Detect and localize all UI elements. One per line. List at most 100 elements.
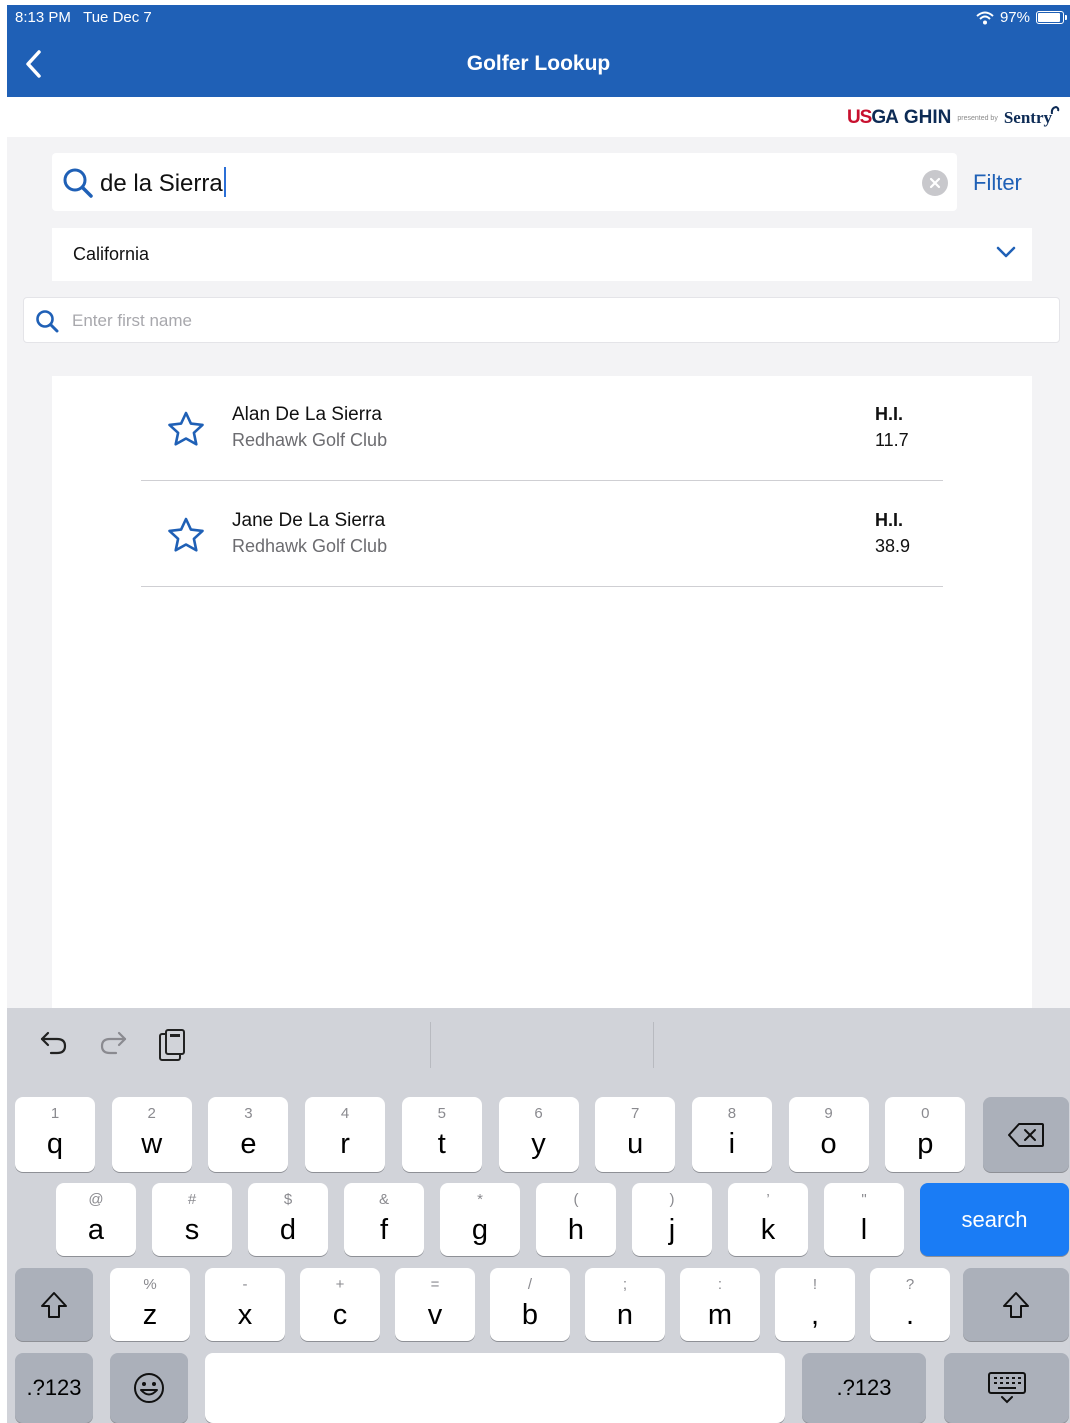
key-h[interactable]: (h: [536, 1183, 616, 1256]
shift-key-left[interactable]: [15, 1268, 93, 1341]
battery-percent: 97%: [999, 9, 1030, 26]
key-alt-label: %: [143, 1276, 157, 1293]
key-r[interactable]: 4r: [305, 1097, 386, 1172]
keyboard-dismiss-icon: [987, 1372, 1026, 1404]
key-label: j: [668, 1214, 676, 1246]
key-y[interactable]: 6y: [498, 1097, 579, 1172]
ghin-logo: GHIN: [903, 107, 952, 128]
key-x[interactable]: -x: [205, 1268, 285, 1341]
key-w[interactable]: 2w: [111, 1097, 192, 1172]
sentry-text: Sentry: [1003, 108, 1052, 127]
text-caret: [223, 167, 226, 197]
search-key[interactable]: search: [920, 1183, 1069, 1256]
key-alt-label: !: [812, 1276, 818, 1293]
search-icon: [63, 168, 93, 198]
delete-key[interactable]: [983, 1097, 1069, 1172]
key-alt-label: -: [242, 1276, 248, 1293]
wifi-icon: [976, 11, 994, 24]
handicap-label: H.I.: [875, 510, 904, 530]
state-dropdown[interactable]: California: [52, 228, 1032, 281]
star-icon[interactable]: [167, 411, 205, 447]
key-alt-label: ;: [622, 1276, 628, 1293]
key-alt-label: /: [527, 1276, 533, 1293]
key-alt-label: (: [573, 1191, 579, 1208]
shift-icon: [41, 1291, 67, 1318]
key-alt-label: 7: [631, 1105, 640, 1122]
key-g[interactable]: * g: [440, 1183, 520, 1256]
usga-us: US: [846, 107, 872, 128]
key-b[interactable]: / b: [490, 1268, 570, 1341]
key-i[interactable]: 8i: [691, 1097, 772, 1172]
filter-button[interactable]: Filter: [973, 170, 1022, 196]
key-label: a: [87, 1214, 105, 1246]
star-icon[interactable]: [167, 517, 205, 553]
usga-logo: USGA: [846, 107, 899, 129]
key-m[interactable]: :m: [680, 1268, 760, 1341]
key-u[interactable]: 7u: [595, 1097, 676, 1172]
brand-logo: USGA GHIN presented by Sentry: [846, 105, 1062, 129]
first-name-input[interactable]: [70, 306, 1034, 336]
key-z[interactable]: % z: [110, 1268, 190, 1341]
golfer-club: Redhawk Golf Club: [232, 536, 388, 556]
onscreen-keyboard: 1q2w3e4r5t6y7u8i9o0p @ a # s $ d & f * g(h) j’ k " l …: [7, 1008, 1070, 1423]
list-item[interactable]: Jane De La Sierra Redhawk Golf Club H.I.…: [141, 482, 943, 587]
key-.[interactable]: ?.: [870, 1268, 950, 1341]
numbers-key-left-label: .?123: [26, 1375, 82, 1400]
emoji-key[interactable]: [110, 1353, 188, 1423]
numbers-key-right[interactable]: .?123: [802, 1353, 926, 1423]
toolbar-divider: [653, 1022, 654, 1068]
numbers-key-right-label: .?123: [836, 1375, 892, 1400]
sentry-mark-icon: [1050, 105, 1060, 115]
key-o[interactable]: 9o: [788, 1097, 869, 1172]
key-alt-label: #: [187, 1191, 197, 1208]
key-alt-label: $: [283, 1191, 293, 1208]
battery-nub: [1065, 15, 1067, 20]
usga-ga: GA: [871, 107, 898, 128]
list-item[interactable]: Alan De La Sierra Redhawk Golf Club H.I.…: [141, 376, 943, 481]
handicap-value: 38.9: [875, 536, 911, 556]
golfer-name: Jane De La Sierra: [232, 510, 386, 531]
key-label: ,: [810, 1299, 820, 1331]
key-f[interactable]: & f: [344, 1183, 424, 1256]
clear-search-button[interactable]: [922, 170, 948, 196]
key-label: q: [46, 1128, 64, 1160]
chevron-down-icon: [996, 246, 1016, 258]
redo-icon[interactable]: [98, 1028, 128, 1058]
status-date: Tue Dec 7: [83, 9, 152, 26]
golfer-search-box[interactable]: de la Sierra: [52, 153, 957, 211]
key-label: b: [521, 1299, 539, 1331]
space-key[interactable]: [205, 1353, 785, 1423]
key-n[interactable]: ; n: [585, 1268, 665, 1341]
key-k[interactable]: ’ k: [728, 1183, 808, 1256]
key-c[interactable]: + c: [300, 1268, 380, 1341]
key-t[interactable]: 5t: [401, 1097, 482, 1172]
key-v[interactable]: = v: [395, 1268, 475, 1341]
golfer-club: Redhawk Golf Club: [232, 430, 388, 450]
key-s[interactable]: # s: [152, 1183, 232, 1256]
app-screen: 8:13 PM Tue Dec 7 97% Golfer Lookup USGA: [7, 5, 1070, 1423]
state-selected: California: [73, 244, 150, 264]
key-label: v: [427, 1299, 443, 1331]
key-label: e: [240, 1128, 257, 1160]
dismiss-keyboard-key[interactable]: [944, 1353, 1069, 1423]
battery-fill: [1038, 13, 1061, 22]
shift-key-right[interactable]: [963, 1268, 1069, 1341]
numbers-key-left[interactable]: .?123: [15, 1353, 93, 1423]
handicap-value: 11.7: [875, 430, 909, 450]
key-q[interactable]: 1q: [15, 1097, 95, 1172]
undo-icon[interactable]: [39, 1028, 69, 1058]
key-p[interactable]: 0p: [885, 1097, 966, 1172]
key-alt-label: :: [717, 1276, 723, 1293]
key-label: i: [728, 1128, 736, 1160]
key-e[interactable]: 3e: [208, 1097, 289, 1172]
key-l[interactable]: " l: [824, 1183, 904, 1256]
key-j[interactable]: ) j: [632, 1183, 712, 1256]
key-,[interactable]: !,: [775, 1268, 855, 1341]
key-alt-label: @: [88, 1191, 104, 1208]
key-d[interactable]: $ d: [248, 1183, 328, 1256]
page-title: Golfer Lookup: [466, 52, 611, 75]
key-label: h: [567, 1214, 585, 1246]
search-input[interactable]: de la Sierra: [100, 167, 226, 198]
key-a[interactable]: @ a: [56, 1183, 136, 1256]
paste-icon[interactable]: [157, 1028, 187, 1062]
